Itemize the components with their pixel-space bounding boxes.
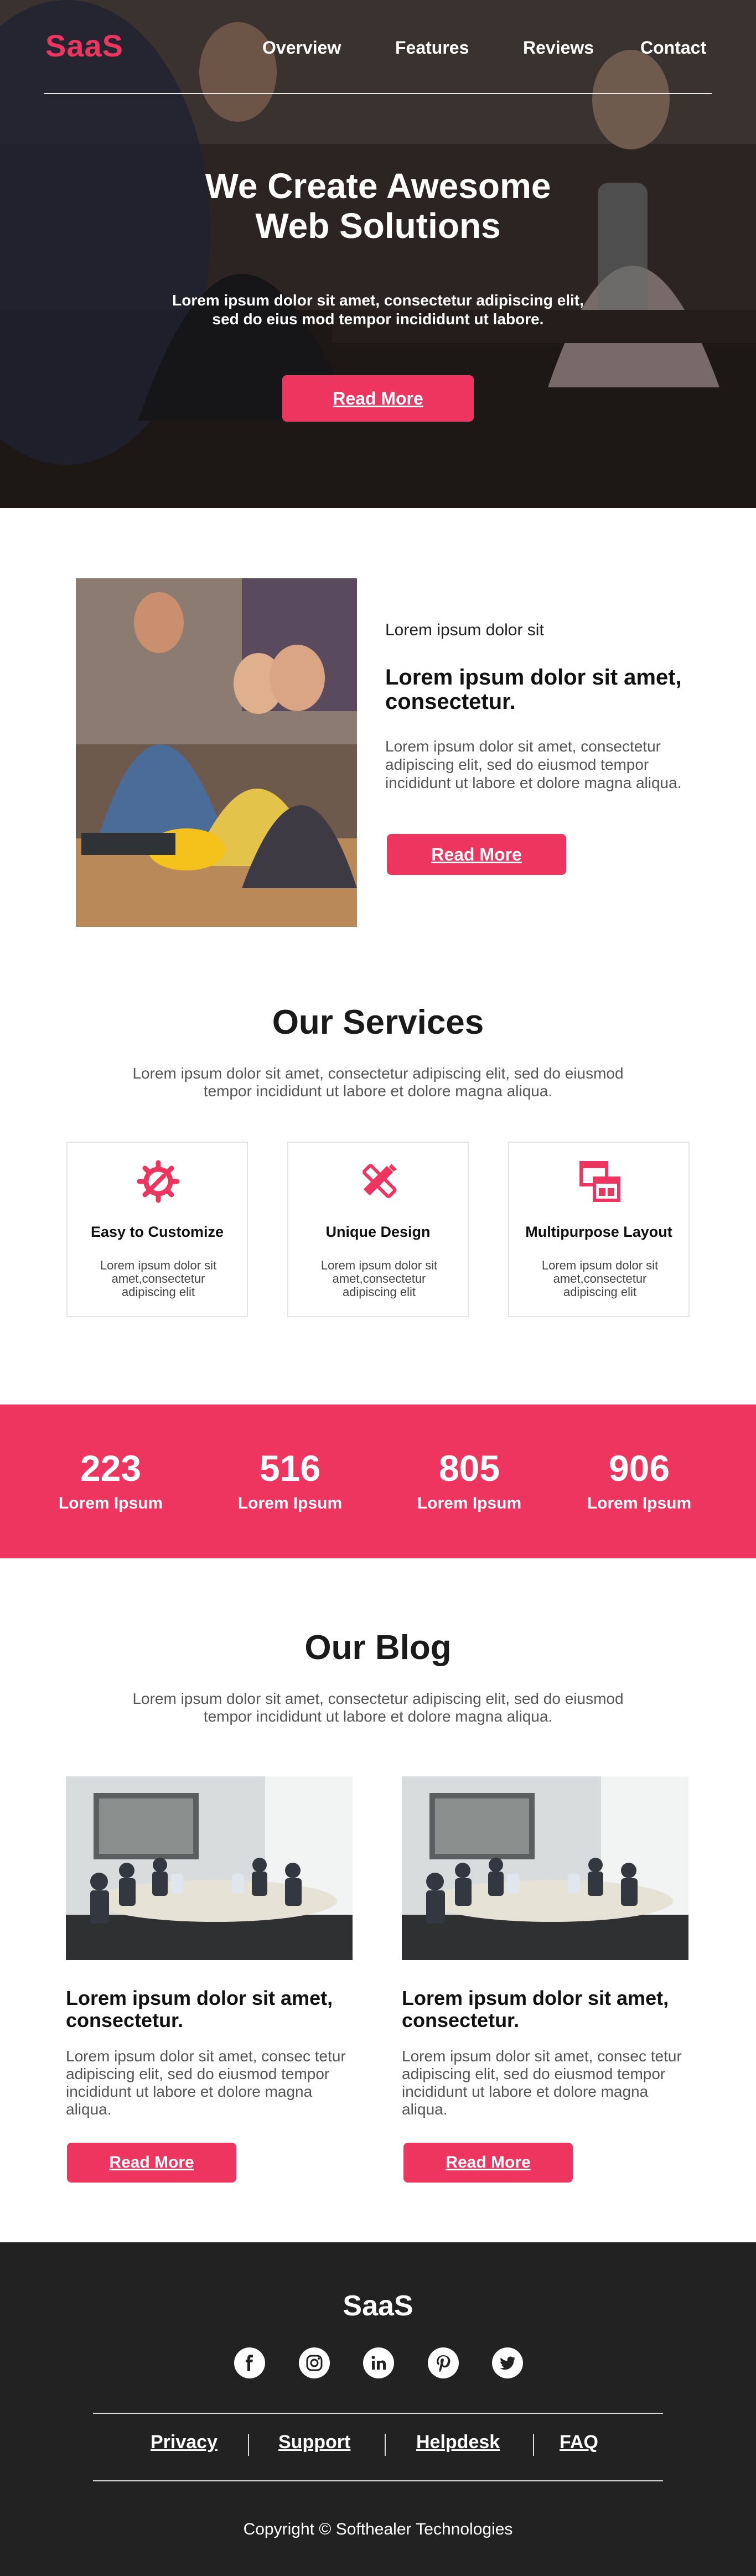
- blog-title: Our Blog: [304, 1629, 452, 1667]
- services-subtitle: Lorem ipsum dolor sit amet, consectetur …: [94, 1065, 662, 1100]
- service-card-title: Multipurpose Layout: [525, 1224, 672, 1240]
- hero-title-line1: We Create Awesome: [205, 166, 551, 206]
- footer-link-privacy[interactable]: Privacy: [151, 2432, 218, 2453]
- service-card-title: Easy to Customize: [90, 1224, 224, 1240]
- about-team-photo: [76, 578, 357, 927]
- layout-windows-icon: [579, 1161, 620, 1202]
- footer-link-faq[interactable]: FAQ: [560, 2432, 598, 2453]
- hero-subtitle: Lorem ipsum dolor sit amet, consectetur …: [101, 291, 655, 329]
- nav-divider: [44, 93, 712, 94]
- services-subtitle-line2: tempor incididunt ut labore et dolore ma…: [203, 1082, 553, 1100]
- blog-subtitle-line2: tempor incididunt ut labore et dolore ma…: [203, 1708, 553, 1725]
- footer-divider-bottom: [93, 2480, 663, 2481]
- footer: SaaS Privacy Support Helpdesk FAQ Copyri…: [0, 2242, 756, 2576]
- services-title: Our Services: [272, 1003, 484, 1041]
- footer-separator: [248, 2434, 249, 2456]
- service-card-title: Unique Design: [325, 1224, 431, 1240]
- facebook-icon[interactable]: [234, 2347, 265, 2378]
- footer-link-support[interactable]: Support: [278, 2432, 350, 2453]
- stat-item: 906 Lorem Ipsum: [567, 1449, 711, 1513]
- stat-label: Lorem Ipsum: [237, 1494, 343, 1512]
- stat-value: 223: [80, 1448, 142, 1489]
- stat-value: 516: [259, 1448, 321, 1489]
- blog-post-text: Lorem ipsum dolor sit amet, consec tetur…: [402, 2048, 682, 2118]
- service-card-customize[interactable]: Easy to Customize Lorem ipsum dolor sit …: [66, 1142, 248, 1317]
- footer-separator: [533, 2434, 534, 2456]
- stat-label: Lorem Ipsum: [587, 1494, 692, 1512]
- blog-post-image[interactable]: [66, 1776, 353, 1960]
- nav-contact[interactable]: Contact: [640, 38, 706, 58]
- instagram-icon[interactable]: [299, 2347, 330, 2378]
- blog-post-title[interactable]: Lorem ipsum dolor sit amet, consectetur.: [66, 1987, 365, 2031]
- twitter-icon[interactable]: [492, 2347, 523, 2378]
- footer-divider-top: [93, 2413, 663, 2414]
- stat-label: Lorem Ipsum: [417, 1494, 522, 1512]
- service-card-text: Lorem ipsum dolor sit amet,consectetur a…: [320, 1258, 438, 1299]
- blog-post-image[interactable]: [402, 1776, 688, 1960]
- gear-wrench-icon: [137, 1160, 180, 1203]
- service-card-design[interactable]: Unique Design Lorem ipsum dolor sit amet…: [287, 1142, 469, 1317]
- hero-read-more-button[interactable]: Read More: [282, 375, 474, 422]
- hero-subtitle-line2: sed do eius mod tempor incididunt ut lab…: [212, 310, 544, 328]
- hero-section: SaaS Overview Features Reviews Contact W…: [0, 0, 756, 508]
- footer-link-helpdesk[interactable]: Helpdesk: [416, 2432, 500, 2453]
- blog-subtitle: Lorem ipsum dolor sit amet, consectetur …: [94, 1690, 662, 1725]
- stat-value: 906: [608, 1448, 670, 1489]
- stat-label: Lorem Ipsum: [58, 1494, 163, 1512]
- services-subtitle-line1: Lorem ipsum dolor sit amet, consectetur …: [132, 1065, 624, 1082]
- blog-post-text: Lorem ipsum dolor sit amet, consec tetur…: [66, 2048, 346, 2118]
- about-text: Lorem ipsum dolor sit amet, consectetur …: [385, 738, 682, 791]
- about-kicker: Lorem ipsum dolor sit: [385, 621, 544, 639]
- linkedin-icon[interactable]: [363, 2347, 394, 2378]
- blog-subtitle-line1: Lorem ipsum dolor sit amet, consectetur …: [132, 1690, 624, 1707]
- page: SaaS Overview Features Reviews Contact W…: [0, 0, 756, 2576]
- pencil-ruler-icon: [362, 1164, 397, 1199]
- service-card-layout[interactable]: Multipurpose Layout Lorem ipsum dolor si…: [508, 1142, 690, 1317]
- service-card-text: Lorem ipsum dolor sit amet,consectetur a…: [541, 1258, 659, 1299]
- stats-band: 223 Lorem Ipsum 516 Lorem Ipsum 805 Lore…: [0, 1404, 756, 1558]
- stat-item: 516 Lorem Ipsum: [218, 1449, 362, 1513]
- stat-value: 805: [438, 1448, 500, 1489]
- about-title: Lorem ipsum dolor sit amet, consectetur.: [385, 665, 682, 714]
- hero-overlay: [0, 0, 756, 508]
- nav-overview[interactable]: Overview: [262, 38, 341, 58]
- blog-read-more-button[interactable]: Read More: [403, 2143, 573, 2183]
- stat-item: 805 Lorem Ipsum: [397, 1449, 541, 1513]
- footer-separator: [385, 2434, 386, 2456]
- main-nav: Overview Features Reviews Contact: [0, 38, 756, 60]
- hero-title-line2: Web Solutions: [255, 206, 501, 246]
- nav-features[interactable]: Features: [395, 38, 469, 58]
- pinterest-icon[interactable]: [428, 2347, 459, 2378]
- footer-logo[interactable]: SaaS: [0, 2289, 756, 2323]
- footer-copyright: Copyright © Softhealer Technologies: [243, 2520, 513, 2538]
- blog-read-more-button[interactable]: Read More: [67, 2143, 236, 2183]
- nav-reviews[interactable]: Reviews: [523, 38, 594, 58]
- service-card-text: Lorem ipsum dolor sit amet,consectetur a…: [100, 1258, 217, 1299]
- hero-title: We Create Awesome Web Solutions: [101, 166, 655, 246]
- blog-post-title[interactable]: Lorem ipsum dolor sit amet, consectetur.: [402, 1987, 701, 2031]
- hero-subtitle-line1: Lorem ipsum dolor sit amet, consectetur …: [172, 292, 584, 309]
- about-read-more-button[interactable]: Read More: [387, 834, 566, 875]
- stat-item: 223 Lorem Ipsum: [39, 1449, 183, 1513]
